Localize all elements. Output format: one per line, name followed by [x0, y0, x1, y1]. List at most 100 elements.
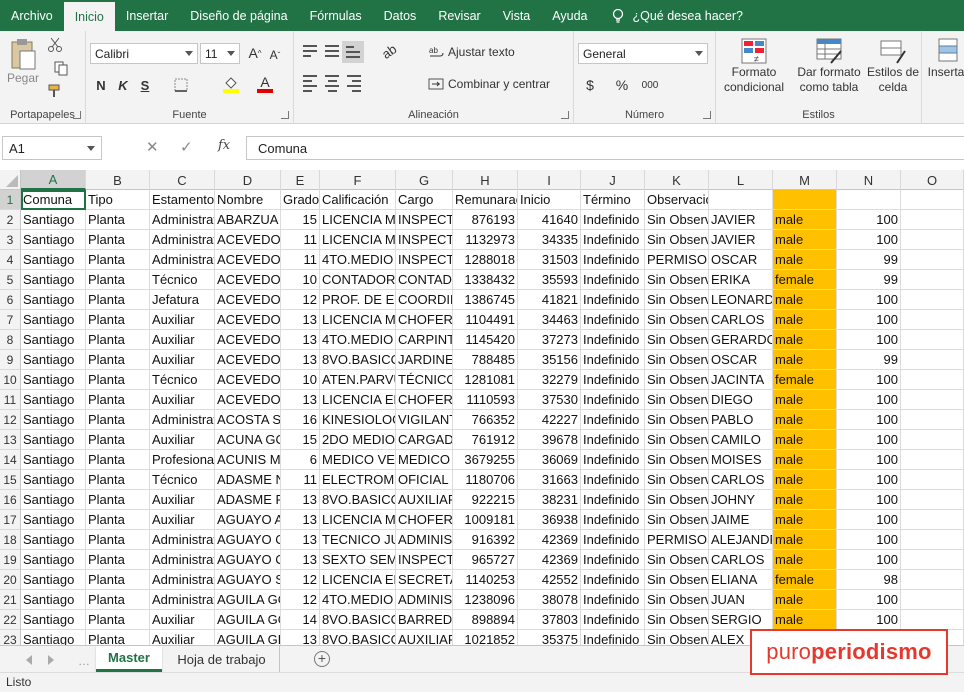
grid-cell[interactable]: MEDICO VETERINARIO: [320, 450, 396, 470]
grid-cell[interactable]: ADMINISTRATIVO: [396, 590, 453, 610]
grid-cell[interactable]: 100: [837, 370, 901, 390]
grid-cell[interactable]: Santiago: [21, 350, 86, 370]
grid-cell[interactable]: 1132973: [453, 230, 518, 250]
grid-cell[interactable]: AGUAYO A: [215, 510, 281, 530]
grid-cell[interactable]: Sin Observaciones: [645, 470, 709, 490]
row-header[interactable]: 23: [0, 630, 21, 645]
name-box[interactable]: A1: [2, 136, 102, 160]
grid-cell[interactable]: Indefinido: [581, 230, 645, 250]
grid-cell[interactable]: Santiago: [21, 390, 86, 410]
alignment-launcher[interactable]: [561, 111, 569, 119]
grid-cell[interactable]: 34463: [518, 310, 581, 330]
grid-cell[interactable]: AGUILA GO: [215, 590, 281, 610]
grid-cell[interactable]: Santiago: [21, 590, 86, 610]
grid-cell[interactable]: Auxiliar: [150, 630, 215, 645]
grid-cell[interactable]: 38231: [518, 490, 581, 510]
grid-cell[interactable]: 10: [281, 270, 320, 290]
grid-cell[interactable]: AUXILIAR: [396, 490, 453, 510]
grid-cell[interactable]: ELECTROMECANICO: [320, 470, 396, 490]
grid-cell[interactable]: 34335: [518, 230, 581, 250]
grid-cell[interactable]: 14: [281, 610, 320, 630]
header-cell[interactable]: Término: [581, 190, 645, 210]
row-header[interactable]: 3: [0, 230, 21, 250]
font-size-combo[interactable]: 11: [200, 43, 240, 64]
currency-button[interactable]: $: [580, 75, 600, 95]
grid-cell[interactable]: 41640: [518, 210, 581, 230]
borders-button[interactable]: [170, 75, 192, 95]
grid-cell[interactable]: 13: [281, 630, 320, 645]
grid-cell[interactable]: Sin Observaciones: [645, 590, 709, 610]
grid-cell[interactable]: ACEVEDO F: [215, 310, 281, 330]
grid-cell[interactable]: Santiago: [21, 370, 86, 390]
grid-cell[interactable]: 100: [837, 530, 901, 550]
grid-cell[interactable]: Planta: [86, 490, 150, 510]
grid-cell[interactable]: ADASME N: [215, 470, 281, 490]
grid-cell[interactable]: Santiago: [21, 630, 86, 645]
grid-cell[interactable]: Auxiliar: [150, 350, 215, 370]
sheet-next-icon[interactable]: [48, 655, 54, 665]
grid-cell[interactable]: PERMISO CON GOCE: [645, 250, 709, 270]
grid-cell[interactable]: 42552: [518, 570, 581, 590]
header-cell[interactable]: Grado: [281, 190, 320, 210]
column-header-l[interactable]: L: [709, 170, 773, 190]
header-cell[interactable]: Calificación: [320, 190, 396, 210]
grid-cell[interactable]: CHOFER - MOVIL: [396, 390, 453, 410]
grid-cell[interactable]: BARREDOR: [396, 610, 453, 630]
grid-cell[interactable]: 100: [837, 590, 901, 610]
grid-cell[interactable]: 99: [837, 350, 901, 370]
grid-cell[interactable]: 1009181: [453, 510, 518, 530]
grid-cell[interactable]: JAVIER: [709, 230, 773, 250]
grid-cell[interactable]: 36069: [518, 450, 581, 470]
grid-cell[interactable]: DIEGO: [709, 390, 773, 410]
row-header[interactable]: 18: [0, 530, 21, 550]
grid-cell[interactable]: Administrativo: [150, 410, 215, 430]
font-name-combo[interactable]: Calibri: [90, 43, 198, 64]
grid-cell[interactable]: 1145420: [453, 330, 518, 350]
grid-cell[interactable]: 42369: [518, 550, 581, 570]
grid-cell[interactable]: INSPECTOR: [396, 250, 453, 270]
grid-cell[interactable]: Santiago: [21, 410, 86, 430]
grid-cell[interactable]: JOHNY: [709, 490, 773, 510]
grid-cell[interactable]: 100: [837, 510, 901, 530]
grid-cell[interactable]: 6: [281, 450, 320, 470]
column-header-g[interactable]: G: [396, 170, 453, 190]
grid-cell[interactable]: male: [773, 230, 837, 250]
grid-cell[interactable]: 98: [837, 570, 901, 590]
grid-cell[interactable]: Técnico: [150, 270, 215, 290]
header-cell[interactable]: Comuna: [21, 190, 86, 210]
grid-cell[interactable]: Planta: [86, 250, 150, 270]
font-color-button[interactable]: A: [254, 73, 276, 95]
grid-cell[interactable]: [901, 490, 964, 510]
add-sheet-icon[interactable]: +: [314, 651, 330, 667]
grid-cell[interactable]: [901, 210, 964, 230]
tab-archivo[interactable]: Archivo: [0, 0, 64, 31]
grid-cell[interactable]: Santiago: [21, 570, 86, 590]
grid-cell[interactable]: ACEVEDO M: [215, 370, 281, 390]
grow-font-button[interactable]: A ^: [246, 43, 264, 63]
grid-cell[interactable]: LICENCIA MEDIA: [320, 510, 396, 530]
grid-cell[interactable]: Santiago: [21, 230, 86, 250]
grid-cell[interactable]: male: [773, 610, 837, 630]
grid-cell[interactable]: Santiago: [21, 450, 86, 470]
grid-cell[interactable]: 15: [281, 430, 320, 450]
sheet-tab-hoja-de-trabajo[interactable]: Hoja de trabajo: [164, 646, 280, 672]
grid-cell[interactable]: Sin Observaciones: [645, 390, 709, 410]
column-header-n[interactable]: N: [837, 170, 901, 190]
grid-cell[interactable]: 1140253: [453, 570, 518, 590]
grid-cell[interactable]: LEONARDO: [709, 290, 773, 310]
grid-cell[interactable]: Indefinido: [581, 470, 645, 490]
grid-cell[interactable]: male: [773, 290, 837, 310]
grid-cell[interactable]: 8VO.BASICO: [320, 350, 396, 370]
grid-cell[interactable]: [901, 290, 964, 310]
grid-cell[interactable]: female: [773, 370, 837, 390]
grid-cell[interactable]: Indefinido: [581, 370, 645, 390]
grid-cell[interactable]: Sin Observaciones: [645, 610, 709, 630]
copy-button[interactable]: [46, 59, 76, 77]
grid-cell[interactable]: Jefatura: [150, 290, 215, 310]
grid-cell[interactable]: 1238096: [453, 590, 518, 610]
grid-cell[interactable]: ALEJANDRO: [709, 530, 773, 550]
grid-cell[interactable]: male: [773, 210, 837, 230]
grid-cell[interactable]: Indefinido: [581, 510, 645, 530]
grid-cell[interactable]: 99: [837, 270, 901, 290]
grid-cell[interactable]: Auxiliar: [150, 330, 215, 350]
